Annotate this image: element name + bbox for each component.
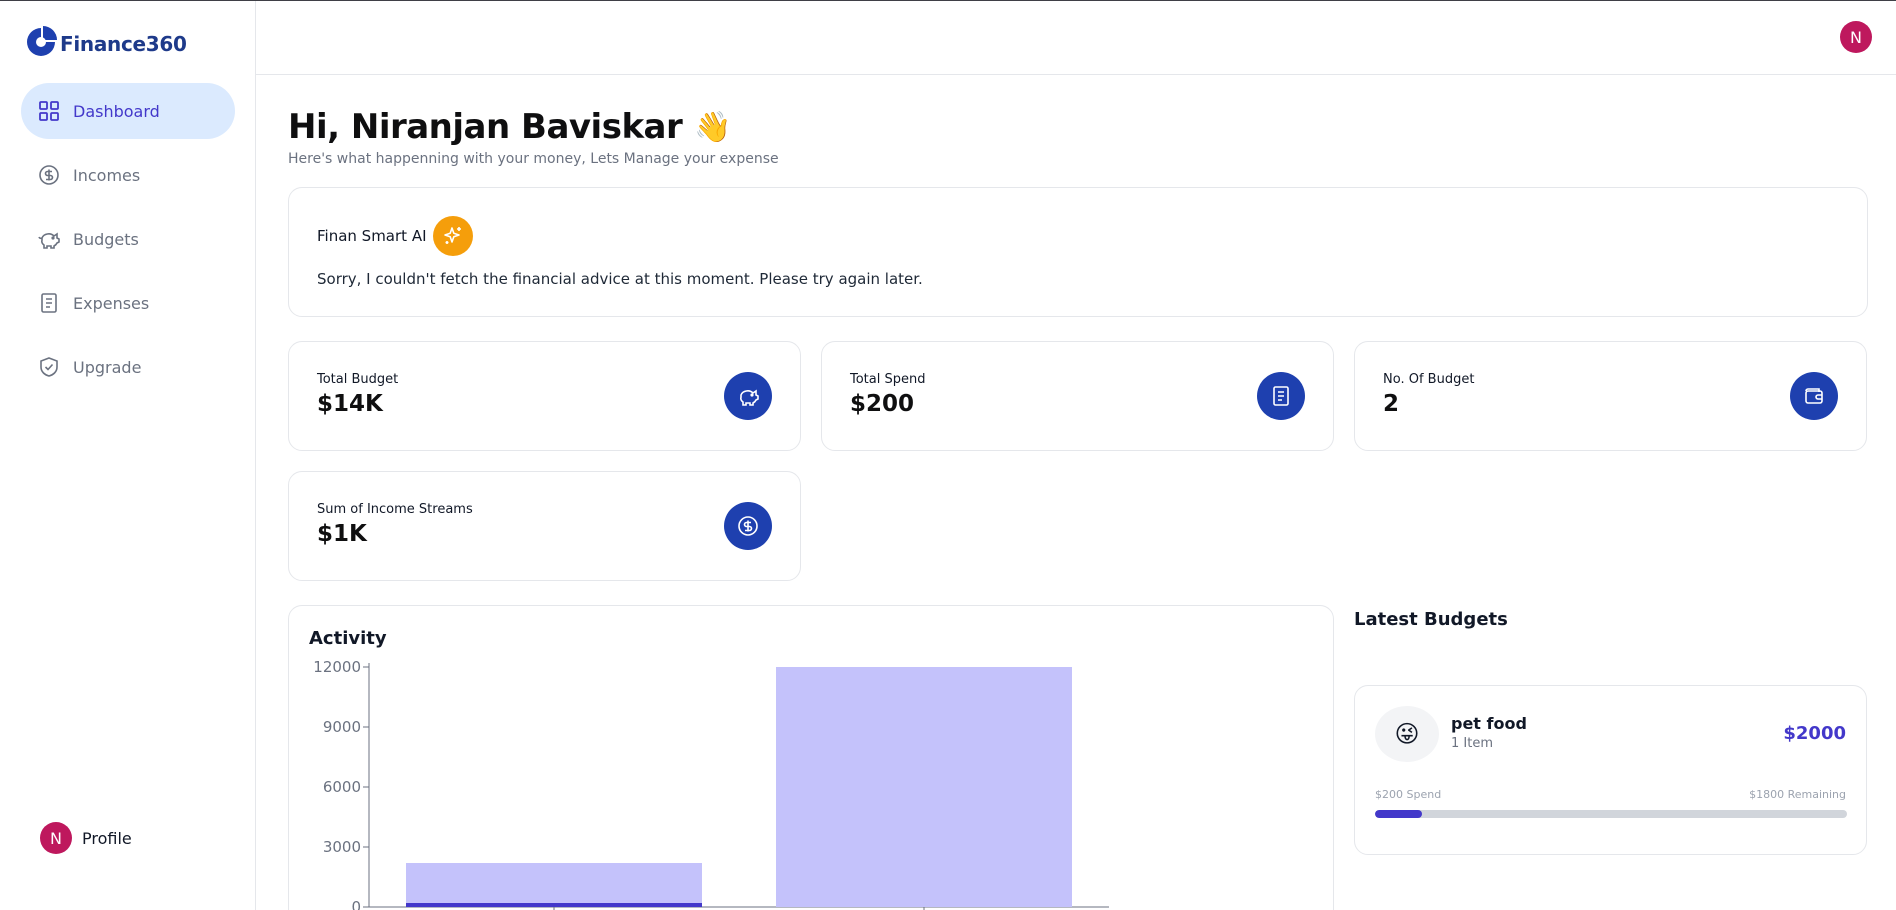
ai-title: Finan Smart AI (317, 227, 427, 245)
stat-label: Sum of Income Streams (317, 502, 473, 517)
dollar-circle-icon (37, 163, 61, 187)
budget-progress-fill (1375, 810, 1423, 818)
stat-value: 2 (1383, 391, 1400, 417)
greeting: Hi, Niranjan Baviskar 👋 (288, 107, 1868, 147)
page-title: Hi, Niranjan Baviskar (288, 107, 683, 147)
sidebar-item-label: Budgets (73, 229, 139, 249)
shield-check-icon (37, 355, 61, 379)
stat-label: Total Budget (317, 372, 399, 387)
stat-label: No. Of Budget (1383, 372, 1475, 387)
y-tick-label: 6000 (323, 778, 361, 796)
ai-header: Finan Smart AI (317, 216, 1839, 256)
profile-label: Profile (82, 828, 132, 848)
user-avatar-button[interactable]: N (1840, 21, 1872, 53)
budget-progress-bar (1375, 810, 1847, 818)
stat-label: Total Spend (850, 372, 926, 387)
sidebar-item-dashboard[interactable]: Dashboard (21, 83, 235, 139)
ai-advice-card: Finan Smart AI Sorry, I couldn't fetch t… (288, 187, 1868, 317)
sidebar-item-label: Incomes (73, 165, 141, 185)
receipt-icon (37, 291, 61, 315)
stat-card-income-streams: Sum of Income Streams $1K (288, 471, 801, 581)
sidebar-item-incomes[interactable]: Incomes (21, 147, 235, 203)
profile-link[interactable]: N Profile (40, 822, 132, 854)
sidebar-item-label: Dashboard (73, 101, 160, 121)
top-header: N (256, 1, 1896, 75)
budget-amount: $2000 (1783, 723, 1846, 744)
latest-budgets-title: Latest Budgets (1354, 609, 1508, 630)
bar-series-0 (406, 903, 702, 907)
piggy-bank-icon (724, 372, 772, 420)
budget-emoji: 😜 (1375, 706, 1439, 762)
sidebar-nav: Dashboard Incomes Budgets Expenses Upgra… (21, 83, 235, 403)
sidebar: Finance360 Dashboard Incomes Budgets Exp… (0, 1, 256, 910)
sidebar-item-budgets[interactable]: Budgets (21, 211, 235, 267)
bar-series-1 (406, 863, 702, 903)
y-tick-label: 0 (351, 898, 361, 910)
grid-icon (37, 99, 61, 123)
budget-card[interactable]: 😜 pet food 1 Item $2000 $200 Spend $1800… (1354, 685, 1867, 855)
budget-name: pet food (1451, 714, 1527, 733)
ai-message: Sorry, I couldn't fetch the financial ad… (317, 270, 923, 288)
budget-item-count: 1 Item (1451, 736, 1493, 751)
logo-text: Finance360 (60, 32, 187, 56)
y-tick-label: 9000 (323, 718, 361, 736)
logo-icon (24, 25, 58, 63)
stat-card-number-of-budgets: No. Of Budget 2 (1354, 341, 1867, 451)
activity-chart: 030006000900012000pet food (313, 658, 1109, 910)
sidebar-item-upgrade[interactable]: Upgrade (21, 339, 235, 395)
y-tick-label: 12000 (313, 658, 361, 676)
dollar-circle-icon (724, 502, 772, 550)
avatar: N (40, 822, 72, 854)
y-tick-label: 3000 (323, 838, 361, 856)
stat-value: $1K (317, 521, 367, 547)
wave-emoji: 👋 (694, 109, 732, 145)
sidebar-item-label: Expenses (73, 293, 150, 313)
budget-remaining: $1800 Remaining (1749, 788, 1846, 801)
piggy-bank-icon (37, 227, 61, 251)
app-root: Finance360 Dashboard Incomes Budgets Exp… (0, 0, 1896, 910)
stat-card-total-budget: Total Budget $14K (288, 341, 801, 451)
sparkles-icon (432, 216, 473, 256)
sidebar-item-label: Upgrade (73, 357, 142, 377)
stat-value: $14K (317, 391, 383, 417)
bar-series-1 (776, 667, 1072, 907)
page-subtitle: Here's what happenning with your money, … (288, 151, 779, 167)
budget-spend: $200 Spend (1375, 788, 1442, 801)
wallet-icon (1790, 372, 1838, 420)
stat-value: $200 (850, 391, 915, 417)
stat-card-total-spend: Total Spend $200 (821, 341, 1334, 451)
sidebar-item-expenses[interactable]: Expenses (21, 275, 235, 331)
receipt-icon (1257, 372, 1305, 420)
activity-chart-card: Activity 030006000900012000pet food (288, 605, 1334, 910)
dashboard-main: Hi, Niranjan Baviskar 👋 Here's what happ… (288, 107, 1868, 910)
app-logo[interactable]: Finance360 (24, 25, 187, 63)
